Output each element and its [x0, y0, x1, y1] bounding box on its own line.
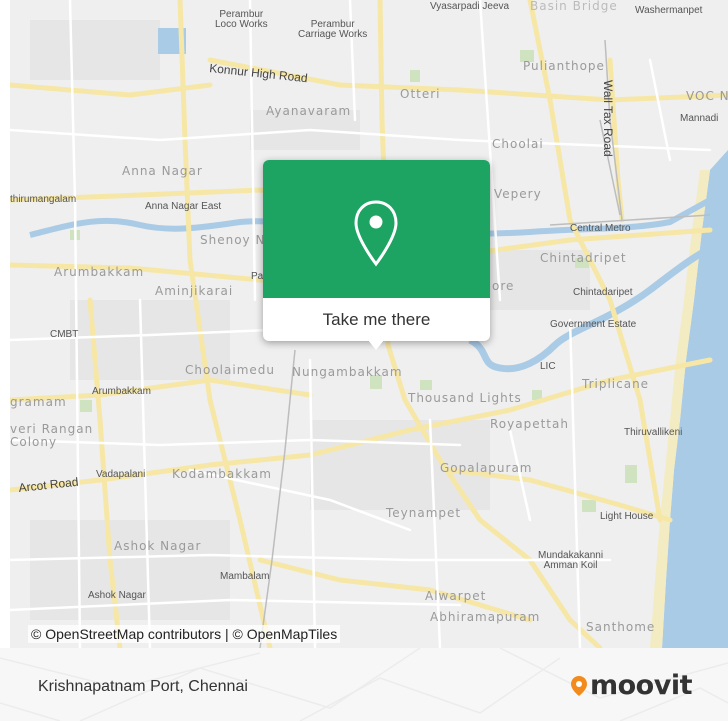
label-thiruvallikeni: Thiruvallikeni — [624, 427, 683, 438]
map-attribution[interactable]: © OpenStreetMap contributors | © OpenMap… — [28, 625, 341, 643]
label-shenoy-nagar: Shenoy N — [200, 233, 266, 247]
label-ashok-nagar: Ashok Nagar — [114, 539, 202, 553]
label-otteri: Otteri — [400, 87, 441, 101]
label-gopalapuram: Gopalapuram — [440, 461, 533, 475]
popup-pointer — [368, 340, 384, 350]
label-voc-n: VOC N — [686, 89, 728, 103]
label-light-house: Light House — [600, 511, 654, 522]
label-anna-nagar: Anna Nagar — [122, 164, 203, 178]
label-santhome: Santhome — [586, 620, 656, 634]
label-mannadi: Mannadi — [680, 113, 719, 124]
label-gramam: gramam — [10, 395, 67, 409]
label-nungambakkam: Nungambakkam — [292, 365, 403, 379]
label-arumbakkam-small: Arumbakkam — [92, 386, 151, 397]
map-view[interactable]: Perambur Loco Works Perambur Carriage Wo… — [10, 0, 728, 648]
label-thousand-lights: Thousand Lights — [408, 391, 522, 405]
label-pa: Pa — [251, 271, 264, 282]
label-basin-bridge: Basin Bridge — [530, 0, 618, 13]
label-royapettah: Royapettah — [490, 417, 569, 431]
label-thirumangalam: thirumangalam — [10, 194, 77, 205]
moovit-wordmark: moovit — [590, 670, 693, 701]
label-veri-rangan-colony: veri Rangan Colony — [10, 422, 94, 450]
label-cmbt: CMBT — [50, 329, 79, 340]
label-perambur-loco-works: Perambur Loco Works — [215, 9, 268, 30]
label-abhiramapuram: Abhiramapuram — [430, 610, 541, 624]
label-ashok-nagar-small: Ashok Nagar — [88, 590, 146, 601]
label-chintadaripet: Chintadaripet — [573, 287, 633, 298]
label-vepery: Vepery — [494, 187, 542, 201]
label-chintadripet: Chintadripet — [540, 251, 627, 265]
footer-bar: Krishnapatnam Port, Chennai moovit — [0, 648, 728, 721]
label-washermanpet: Washermanpet — [635, 5, 703, 16]
label-arumbakkam: Arumbakkam — [54, 265, 145, 279]
label-wall-tax-road: Wall Tax Road — [601, 80, 615, 157]
label-triplicane: Triplicane — [582, 377, 650, 391]
take-me-there-button[interactable]: Take me there — [263, 298, 490, 341]
label-perambur-carriage-works: Perambur Carriage Works — [298, 19, 368, 40]
label-lic: LIC — [540, 361, 556, 372]
map-pin-icon — [354, 200, 398, 267]
label-choolaimedu: Choolaimedu — [185, 363, 275, 377]
popup-header — [263, 160, 490, 298]
destination-name: Krishnapatnam Port, Chennai — [38, 678, 248, 695]
label-vyasarpadi: Vyasarpadi Jeeva — [430, 1, 510, 12]
label-pulianthope: Pulianthope — [523, 59, 605, 73]
label-anna-nagar-east: Anna Nagar East — [145, 201, 222, 212]
label-mundakakanni-amman-koil: Mundakakanni Amman Koil — [538, 550, 604, 571]
label-central-metro: Central Metro — [570, 223, 631, 234]
label-aminjikarai: Aminjikarai — [155, 284, 234, 298]
moovit-pin-icon — [571, 676, 587, 696]
label-ore: ore — [492, 279, 515, 293]
label-teynampet: Teynampet — [386, 506, 462, 520]
label-choolai: Choolai — [492, 137, 544, 151]
label-mambalam: Mambalam — [220, 571, 270, 582]
label-vadapalani: Vadapalani — [96, 469, 146, 480]
label-ayanavaram: Ayanavaram — [266, 104, 352, 118]
destination-popup: Take me there — [263, 160, 490, 350]
label-alwarpet: Alwarpet — [425, 589, 487, 603]
label-government-estate: Government Estate — [550, 319, 637, 330]
label-kodambakkam: Kodambakkam — [172, 467, 272, 481]
